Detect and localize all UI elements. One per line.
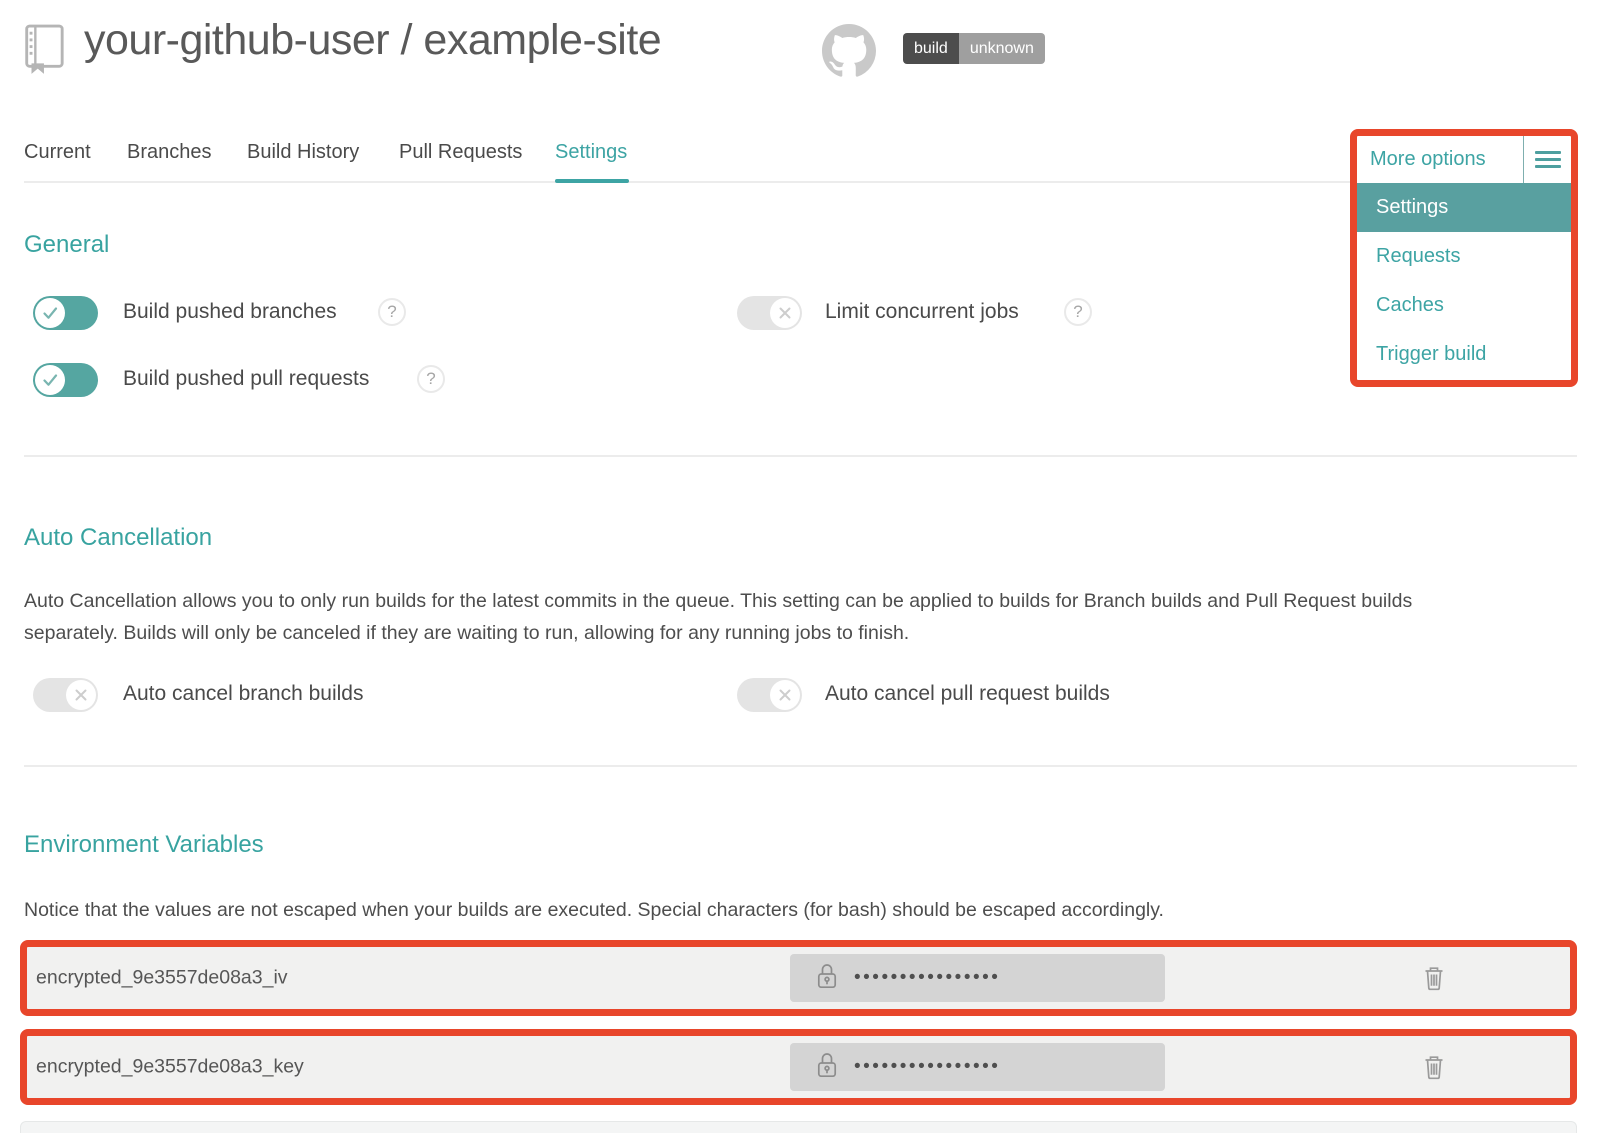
tab-build-history[interactable]: Build History [247, 141, 359, 164]
env-var-value-field[interactable]: •••••••••••••••• [790, 1043, 1165, 1091]
menu-item-caches[interactable]: Caches [1357, 281, 1571, 330]
env-var-name: encrypted_9e3557de08a3_key [36, 1056, 304, 1079]
more-options-annotation-box: More options Settings Requests Caches Tr… [1350, 129, 1578, 387]
toggle-knob-x-icon [770, 680, 800, 710]
toggle-label-auto-cancel-pull-request-builds: Auto cancel pull request builds [825, 682, 1110, 706]
toggle-knob-check-icon [35, 365, 65, 395]
toggle-label-build-pushed-pull-requests: Build pushed pull requests [123, 367, 369, 391]
tab-branches[interactable]: Branches [127, 141, 212, 164]
auto-cancellation-description: Auto Cancellation allows you to only run… [24, 585, 1489, 649]
masked-env-value: •••••••••••••••• [854, 954, 1000, 1002]
more-options-button[interactable]: More options [1357, 136, 1523, 183]
menu-item-trigger-build[interactable]: Trigger build [1357, 330, 1571, 379]
toggle-auto-cancel-pull-request-builds[interactable] [737, 678, 802, 712]
help-icon[interactable]: ? [417, 365, 445, 393]
section-divider [24, 765, 1577, 767]
toggle-build-pushed-branches[interactable] [33, 296, 98, 330]
environment-variables-notice: Notice that the values are not escaped w… [24, 894, 1524, 926]
section-divider [24, 455, 1577, 457]
general-heading: General [24, 231, 109, 259]
toggle-label-build-pushed-branches: Build pushed branches [123, 300, 337, 324]
delete-env-var-button[interactable] [1423, 1054, 1445, 1080]
toggle-limit-concurrent-jobs[interactable] [737, 296, 802, 330]
masked-env-value: •••••••••••••••• [854, 1043, 1000, 1091]
toggle-auto-cancel-branch-builds[interactable] [33, 678, 98, 712]
environment-variables-heading: Environment Variables [24, 831, 264, 859]
hamburger-menu-icon[interactable] [1523, 136, 1571, 183]
env-var-value-field[interactable]: •••••••••••••••• [790, 954, 1165, 1002]
more-options-header: More options [1357, 136, 1571, 183]
lock-icon [816, 962, 838, 995]
help-icon[interactable]: ? [378, 298, 406, 326]
toggle-label-auto-cancel-branch-builds: Auto cancel branch builds [123, 682, 364, 706]
active-tab-underline [555, 179, 629, 183]
env-var-name: encrypted_9e3557de08a3_iv [36, 967, 288, 990]
build-status-badge: build unknown [903, 33, 1045, 64]
toggle-label-limit-concurrent-jobs: Limit concurrent jobs [825, 300, 1019, 324]
auto-cancellation-heading: Auto Cancellation [24, 524, 212, 552]
badge-build-label: build [903, 33, 959, 64]
menu-item-requests[interactable]: Requests [1357, 232, 1571, 281]
github-octocat-icon[interactable] [822, 24, 876, 83]
delete-env-var-button[interactable] [1423, 965, 1445, 991]
env-var-row-key-annotation-box: encrypted_9e3557de08a3_key •••••••••••••… [20, 1029, 1577, 1105]
repo-book-icon [20, 23, 66, 80]
toggle-knob-check-icon [35, 298, 65, 328]
tabs-divider [24, 181, 1577, 183]
travis-settings-page: your-github-user / example-site build un… [0, 0, 1600, 1133]
tab-settings[interactable]: Settings [555, 141, 627, 164]
next-env-row-peek [20, 1121, 1577, 1133]
toggle-build-pushed-pull-requests[interactable] [33, 363, 98, 397]
env-var-row-iv-annotation-box: encrypted_9e3557de08a3_iv ••••••••••••••… [20, 940, 1577, 1016]
toggle-knob-x-icon [770, 298, 800, 328]
badge-status-value: unknown [959, 33, 1045, 64]
help-icon[interactable]: ? [1064, 298, 1092, 326]
menu-item-settings[interactable]: Settings [1357, 183, 1571, 232]
tab-current[interactable]: Current [24, 141, 91, 164]
page-title: your-github-user / example-site [84, 16, 661, 65]
toggle-knob-x-icon [66, 680, 96, 710]
tab-pull-requests[interactable]: Pull Requests [399, 141, 522, 164]
lock-icon [816, 1051, 838, 1084]
